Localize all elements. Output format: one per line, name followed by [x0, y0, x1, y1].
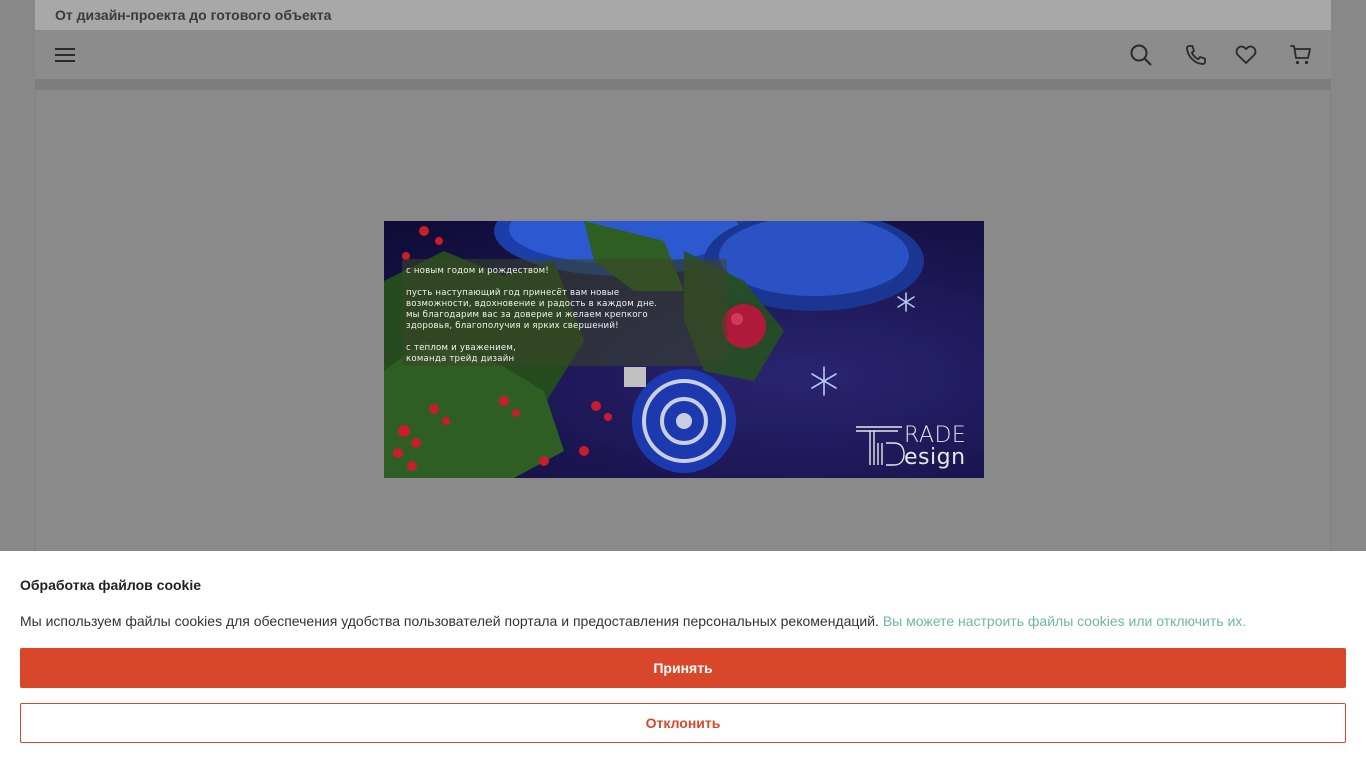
- hamburger-menu-icon: [55, 48, 75, 62]
- main-content: С Новым годом и Рождеством! Пусть наступ…: [35, 90, 1331, 560]
- greeting-text: С Новым годом и Рождеством! Пусть наступ…: [406, 266, 726, 365]
- hamburger-menu-button[interactable]: [50, 40, 80, 70]
- favorites-button[interactable]: [1231, 40, 1261, 70]
- content-top-strip: [35, 80, 1331, 90]
- heart-icon: [1235, 45, 1257, 64]
- decline-cookies-button[interactable]: Отклонить: [20, 703, 1346, 743]
- cookie-title: Обработка файлов cookie: [20, 577, 202, 593]
- cookie-consent-panel: Обработка файлов cookie Мы используем фа…: [0, 551, 1366, 768]
- cookie-settings-link[interactable]: Вы можете настроить файлы cookies или от…: [883, 613, 1246, 629]
- top-bar: От дизайн-проекта до готового объекта: [35, 0, 1331, 30]
- holiday-banner[interactable]: С Новым годом и Рождеством! Пусть наступ…: [384, 221, 984, 478]
- logo-mark-icon: [856, 426, 905, 466]
- accept-cookies-button[interactable]: Принять: [20, 648, 1346, 688]
- main-navbar: [35, 30, 1331, 80]
- trade-design-logo: RADE esign: [854, 421, 979, 471]
- greeting-line: здоровья, благополучия и ярких свершений…: [406, 321, 619, 331]
- search-button[interactable]: [1126, 40, 1156, 70]
- phone-icon: [1186, 45, 1206, 65]
- search-icon: [1130, 44, 1152, 66]
- cart-button[interactable]: [1286, 40, 1316, 70]
- cart-icon: [1290, 45, 1311, 65]
- greeting-title: С Новым годом и Рождеством!: [406, 266, 549, 276]
- cookie-description: Мы используем файлы cookies для обеспече…: [20, 613, 1246, 629]
- greeting-line: Мы благодарим вас за доверие и желаем кр…: [406, 310, 648, 320]
- phone-button[interactable]: [1181, 40, 1211, 70]
- signoff-line: команда Трейд Дизайн: [406, 354, 515, 364]
- cookie-text: Мы используем файлы cookies для обеспече…: [20, 613, 883, 629]
- logo-text-bottom: esign: [904, 445, 966, 470]
- greeting-line: Пусть наступающий год принесёт вам новые: [406, 288, 620, 298]
- site-tagline: От дизайн-проекта до готового объекта: [55, 7, 332, 23]
- greeting-line: возможности, вдохновение и радость в каж…: [406, 299, 658, 309]
- signoff-line: С теплом и уважением,: [406, 343, 517, 353]
